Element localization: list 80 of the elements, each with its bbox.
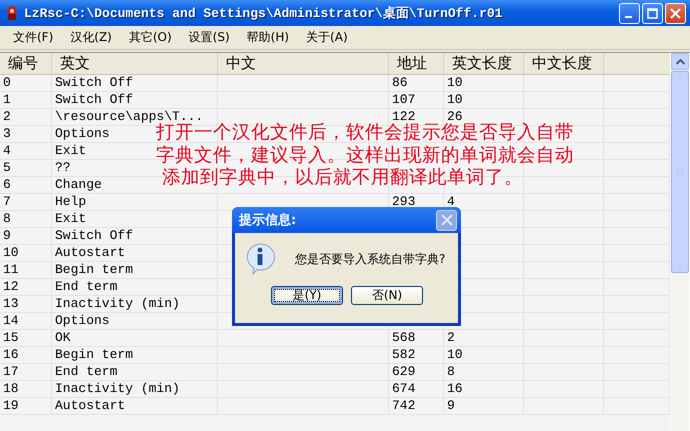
minimize-icon (625, 16, 632, 18)
table-cell: Switch Off (52, 228, 218, 244)
column-header[interactable]: 编号 (0, 53, 52, 74)
column-header[interactable]: 中文 (218, 53, 389, 74)
dialog-message: 您是否要导入系统自带字典? (295, 250, 446, 268)
table-cell: 3 (0, 126, 52, 142)
table-cell: End term (52, 279, 218, 295)
table-cell: 674 (389, 381, 444, 397)
table-cell: 10 (0, 245, 52, 261)
table-cell: 8 (0, 211, 52, 227)
table-cell: 4 (0, 143, 52, 159)
table-cell: 6 (0, 177, 52, 193)
close-icon (670, 8, 681, 18)
table-cell: Exit (52, 211, 218, 227)
table-cell: 10 (444, 75, 524, 91)
dialog-button[interactable]: 否(N) (351, 286, 423, 305)
menu-item[interactable]: 其它(O) (122, 29, 179, 46)
table-cell: 582 (389, 347, 444, 363)
table-cell: Help (52, 194, 218, 210)
close-icon (440, 214, 452, 226)
scroll-up-button[interactable] (671, 53, 689, 70)
table-cell: Switch Off (52, 75, 218, 91)
table-cell: Begin term (52, 347, 218, 363)
info-icon (245, 243, 275, 275)
column-header[interactable]: 英文 (52, 53, 218, 74)
menu-item[interactable]: 汉化(Z) (63, 29, 119, 46)
table-cell: 107 (389, 92, 444, 108)
table-cell: Begin term (52, 262, 218, 278)
maximize-icon (647, 8, 658, 18)
table-cell: 629 (389, 364, 444, 380)
table-cell: OK (52, 330, 218, 346)
table-cell: Autostart (52, 245, 218, 261)
table-cell: Inactivity (min) (52, 296, 218, 312)
column-header[interactable]: 英文长度 (444, 53, 524, 74)
table-cell: 8 (444, 364, 524, 380)
table-cell: 13 (0, 296, 52, 312)
app-icon (4, 5, 20, 21)
table-cell: 17 (0, 364, 52, 380)
table-cell: 10 (444, 92, 524, 108)
menu-item[interactable]: 文件(F) (6, 29, 60, 46)
table-cell: 16 (0, 347, 52, 363)
table-cell: 10 (444, 347, 524, 363)
table-cell: 12 (0, 279, 52, 295)
caret-up-icon (676, 58, 684, 64)
table-cell: 742 (389, 398, 444, 414)
table-cell: 16 (444, 381, 524, 397)
window-title: LzRsc-C:\Documents and Settings\Administrator\桌面\TurnOff.r01 (24, 5, 504, 22)
table-cell: 19 (0, 398, 52, 414)
table-cell: Options (52, 313, 218, 329)
table-cell: 2 (444, 330, 524, 346)
table-cell: 2 (0, 109, 52, 125)
table-cell: 9 (0, 228, 52, 244)
annotation-text: 打开一个汉化文件后，软件会提示您是否导入自带 (156, 122, 574, 144)
table-cell: 9 (444, 398, 524, 414)
table-cell: 15 (0, 330, 52, 346)
table-cell: Switch Off (52, 92, 218, 108)
table-cell: 5 (0, 160, 52, 176)
table-cell: Autostart (52, 398, 218, 414)
menu-item[interactable]: 帮助(H) (240, 29, 296, 46)
table-cell: 0 (0, 75, 52, 91)
table-cell: Inactivity (min) (52, 381, 218, 397)
table-cell: 568 (389, 330, 444, 346)
table-cell: 14 (0, 313, 52, 329)
column-header[interactable]: 地址 (389, 53, 444, 74)
maximize-button[interactable] (642, 2, 663, 24)
dialog-button[interactable]: 是(Y) (271, 286, 343, 305)
table-cell: 11 (0, 262, 52, 278)
scroll-thumb[interactable] (671, 71, 689, 273)
column-header[interactable]: 中文长度 (524, 53, 604, 74)
table-cell: End term (52, 364, 218, 380)
minimize-button[interactable] (619, 2, 640, 24)
table-cell: 1 (0, 92, 52, 108)
table-cell: 18 (0, 381, 52, 397)
table-cell: 7 (0, 194, 52, 210)
menu-item[interactable]: 设置(S) (182, 29, 237, 46)
scrollbar[interactable] (671, 53, 689, 431)
close-button[interactable] (436, 210, 457, 230)
dialog-title: 提示信息: (239, 212, 296, 229)
table-cell: 86 (389, 75, 444, 91)
menu-item[interactable]: 关于(A) (299, 29, 355, 46)
